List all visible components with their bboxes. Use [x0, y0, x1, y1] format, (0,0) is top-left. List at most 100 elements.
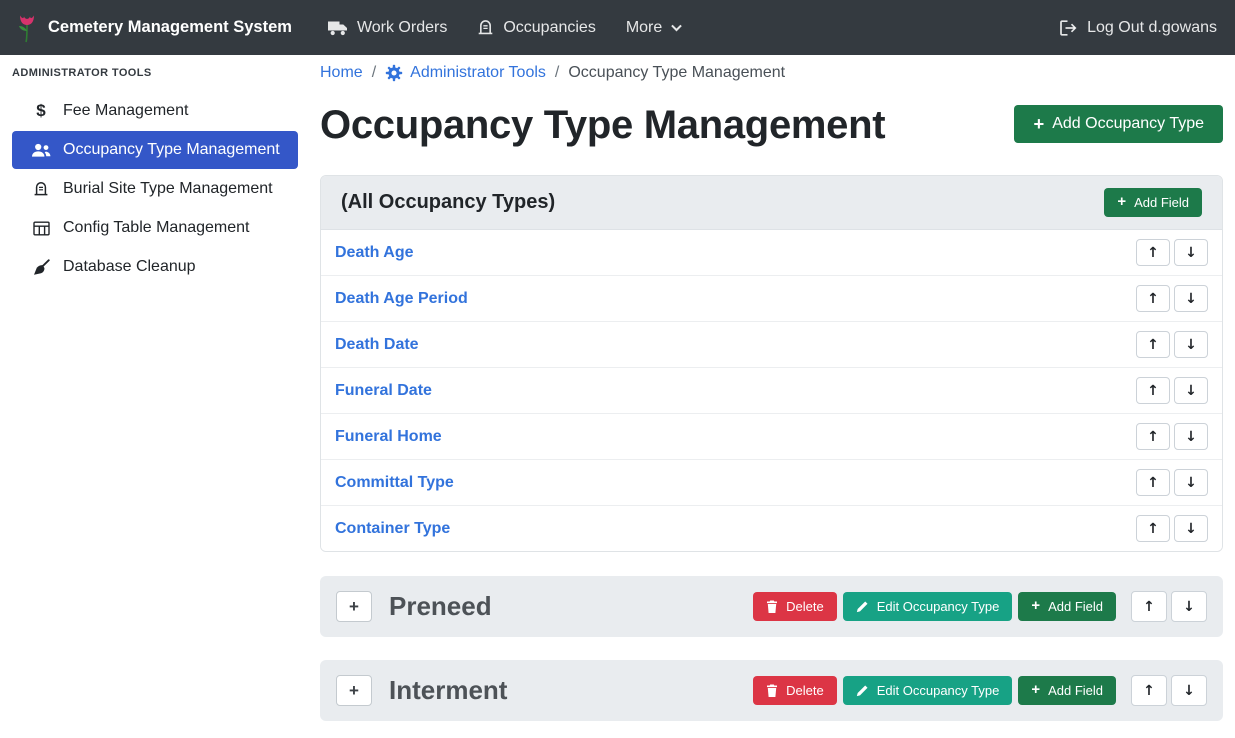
- move-up-button[interactable]: ↑: [1136, 423, 1170, 450]
- move-down-button[interactable]: ↓: [1171, 675, 1207, 706]
- nav-work-orders-label: Work Orders: [357, 19, 447, 37]
- edit-occupancy-type-label: Edit Occupancy Type: [877, 599, 1000, 614]
- field-row: Death Age ↑ ↓: [321, 230, 1222, 276]
- add-field-label: Add Field: [1048, 599, 1103, 614]
- plus-icon: +: [1033, 115, 1044, 133]
- plus-icon: +: [1117, 195, 1126, 210]
- gear-icon: [385, 64, 403, 82]
- move-up-button[interactable]: ↑: [1136, 239, 1170, 266]
- add-occupancy-type-label: Add Occupancy Type: [1052, 115, 1204, 133]
- brand-label: Cemetery Management System: [48, 18, 292, 37]
- breadcrumb-separator: /: [372, 64, 376, 82]
- move-up-button[interactable]: ↑: [1136, 331, 1170, 358]
- logout-label: Log Out d.gowans: [1087, 19, 1217, 37]
- move-up-button[interactable]: ↑: [1136, 377, 1170, 404]
- breadcrumb-admin-tools-label: Administrator Tools: [410, 64, 546, 82]
- edit-occupancy-type-label: Edit Occupancy Type: [877, 683, 1000, 698]
- occupancy-type-title: Preneed: [389, 591, 492, 622]
- move-down-button[interactable]: ↓: [1174, 285, 1208, 312]
- move-down-button[interactable]: ↓: [1174, 469, 1208, 496]
- field-link[interactable]: Death Age Period: [335, 290, 468, 308]
- main-content: Home / Administrator Tools / Occupancy T…: [310, 55, 1235, 738]
- field-row: Death Age Period ↑ ↓: [321, 276, 1222, 322]
- field-link[interactable]: Container Type: [335, 520, 450, 538]
- sidebar-item-occupancy-type-management[interactable]: Occupancy Type Management: [12, 131, 298, 169]
- nav-occupancies[interactable]: Occupancies: [477, 19, 596, 37]
- delete-button[interactable]: Delete: [753, 676, 837, 705]
- nav-more[interactable]: More: [626, 19, 682, 37]
- delete-button[interactable]: Delete: [753, 592, 837, 621]
- pencil-icon: [856, 600, 869, 613]
- logout-link[interactable]: Log Out d.gowans: [1060, 19, 1217, 37]
- move-down-button[interactable]: ↓: [1174, 377, 1208, 404]
- field-link[interactable]: Funeral Home: [335, 428, 442, 446]
- reorder-controls: ↑ ↓: [1136, 285, 1208, 312]
- nav-work-orders[interactable]: Work Orders: [328, 19, 447, 37]
- sidebar-item-burial-site-type-management[interactable]: Burial Site Type Management: [12, 170, 298, 208]
- dollar-icon: $: [30, 101, 52, 121]
- move-down-button[interactable]: ↓: [1174, 331, 1208, 358]
- table-icon: [30, 221, 52, 236]
- breadcrumb-admin-tools[interactable]: Administrator Tools: [385, 64, 546, 82]
- sidebar-item-label: Occupancy Type Management: [63, 141, 280, 159]
- move-up-button[interactable]: ↑: [1131, 675, 1167, 706]
- field-link[interactable]: Death Date: [335, 336, 419, 354]
- field-link[interactable]: Funeral Date: [335, 382, 432, 400]
- occupancy-type-section: + Interment Delete Edit Occup: [320, 660, 1223, 721]
- breadcrumb-current: Occupancy Type Management: [568, 64, 785, 82]
- card-title: (All Occupancy Types): [341, 191, 555, 214]
- page-title: Occupancy Type Management: [320, 99, 885, 151]
- sidebar-item-fee-management[interactable]: $ Fee Management: [12, 92, 298, 130]
- move-down-button[interactable]: ↓: [1174, 515, 1208, 542]
- section-actions: Delete Edit Occupancy Type + Add Field ↑: [753, 591, 1207, 622]
- move-up-button[interactable]: ↑: [1136, 469, 1170, 496]
- reorder-controls: ↑ ↓: [1131, 591, 1207, 622]
- trash-icon: [766, 600, 778, 613]
- users-icon: [30, 143, 52, 158]
- field-row: Container Type ↑ ↓: [321, 506, 1222, 551]
- add-field-button[interactable]: + Add Field: [1104, 188, 1202, 217]
- top-navbar: Cemetery Management System Work Orders O…: [0, 0, 1235, 55]
- move-up-button[interactable]: ↑: [1136, 515, 1170, 542]
- field-row: Committal Type ↑ ↓: [321, 460, 1222, 506]
- app-brand[interactable]: Cemetery Management System: [16, 13, 292, 43]
- reorder-controls: ↑ ↓: [1136, 515, 1208, 542]
- sidebar-item-label: Database Cleanup: [63, 258, 196, 276]
- breadcrumb: Home / Administrator Tools / Occupancy T…: [320, 64, 1223, 82]
- edit-occupancy-type-button[interactable]: Edit Occupancy Type: [843, 676, 1013, 705]
- section-actions: Delete Edit Occupancy Type + Add Field ↑: [753, 675, 1207, 706]
- add-field-button[interactable]: + Add Field: [1018, 592, 1116, 621]
- move-down-button[interactable]: ↓: [1171, 591, 1207, 622]
- headstone-icon: [477, 19, 494, 36]
- add-field-label: Add Field: [1134, 195, 1189, 210]
- add-field-button[interactable]: + Add Field: [1018, 676, 1116, 705]
- all-occupancy-types-header: (All Occupancy Types) + Add Field: [321, 176, 1222, 230]
- field-link[interactable]: Committal Type: [335, 474, 454, 492]
- occupancy-type-section: + Preneed Delete Edit Occupan: [320, 576, 1223, 637]
- delete-label: Delete: [786, 683, 824, 698]
- add-field-label: Add Field: [1048, 683, 1103, 698]
- move-up-button[interactable]: ↑: [1136, 285, 1170, 312]
- move-up-button[interactable]: ↑: [1131, 591, 1167, 622]
- pencil-icon: [856, 684, 869, 697]
- sidebar: Administrator Tools $ Fee Management Occ…: [0, 55, 310, 287]
- add-occupancy-type-button[interactable]: + Add Occupancy Type: [1014, 105, 1223, 143]
- move-down-button[interactable]: ↓: [1174, 239, 1208, 266]
- logout-icon: [1060, 20, 1078, 36]
- reorder-controls: ↑ ↓: [1136, 423, 1208, 450]
- page-layout: Administrator Tools $ Fee Management Occ…: [0, 55, 1235, 738]
- reorder-controls: ↑ ↓: [1136, 331, 1208, 358]
- breadcrumb-separator: /: [555, 64, 559, 82]
- nav-occupancies-label: Occupancies: [503, 19, 596, 37]
- field-link[interactable]: Death Age: [335, 244, 414, 262]
- sidebar-item-config-table-management[interactable]: Config Table Management: [12, 209, 298, 247]
- edit-occupancy-type-button[interactable]: Edit Occupancy Type: [843, 592, 1013, 621]
- expand-button[interactable]: +: [336, 675, 372, 706]
- sidebar-item-database-cleanup[interactable]: Database Cleanup: [12, 248, 298, 286]
- move-down-button[interactable]: ↓: [1174, 423, 1208, 450]
- trash-icon: [766, 684, 778, 697]
- field-row: Death Date ↑ ↓: [321, 322, 1222, 368]
- expand-button[interactable]: +: [336, 591, 372, 622]
- breadcrumb-home[interactable]: Home: [320, 64, 363, 82]
- sidebar-item-label: Fee Management: [63, 102, 188, 120]
